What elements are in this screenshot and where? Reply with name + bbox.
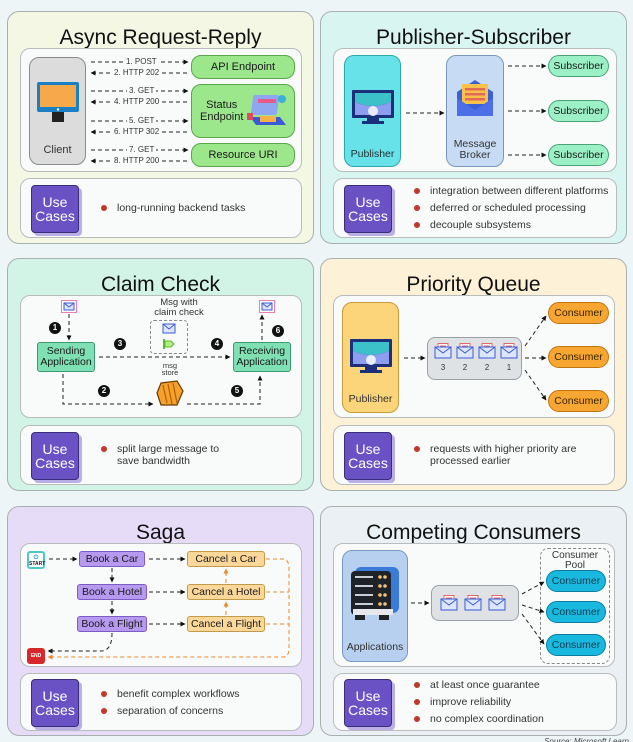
panel-title: Claim Check xyxy=(100,273,221,296)
use-case-item: no complex coordination xyxy=(414,713,544,725)
message-label: 6. HTTP 302 xyxy=(112,127,162,136)
competing-consumers-panel: Competing Consumers Applications Consume… xyxy=(320,506,627,736)
use-cases-badge: Use Cases xyxy=(31,185,79,233)
claim-check-diagram: Sending Application Receiving Application … xyxy=(20,295,302,418)
message-label: 7. GET xyxy=(127,145,157,154)
saga-diagram: ⏻ START END Book a Car Book a Hotel Book … xyxy=(20,543,302,667)
message-label: 4. HTTP 200 xyxy=(112,97,162,106)
priority-queue-diagram: Publisher 3221 Consumer Consumer Consume… xyxy=(333,295,615,418)
panel-title: Saga xyxy=(135,521,186,544)
pubsub-diagram: Publisher Message Broker Subscriber Subsc… xyxy=(333,48,617,172)
message-label: 3. GET xyxy=(127,86,157,95)
message-label: 8. HTTP 200 xyxy=(112,156,162,165)
competing-arrows xyxy=(411,581,545,645)
panel-title: Async Request-Reply xyxy=(59,26,262,49)
use-cases-box: Use Cases long-running backend tasks xyxy=(20,178,302,238)
step-3-badge: 3 xyxy=(114,338,126,350)
priority-queue-panel: Priority Queue Publisher 3221 Consumer C… xyxy=(320,258,627,491)
claim-check-panel: Claim Check Sending Application Receiving… xyxy=(7,258,314,491)
use-cases-badge: Use Cases xyxy=(344,185,392,233)
step-1-badge: 1 xyxy=(49,322,61,334)
use-case-item: deferred or scheduled processing xyxy=(414,202,608,214)
panel-title: Competing Consumers xyxy=(366,521,581,544)
use-cases-box: Use Cases integration between different p… xyxy=(333,178,617,238)
message-label: 2. HTTP 202 xyxy=(112,68,162,77)
competing-consumers-diagram: Applications Consumer Pool Consumer Consu… xyxy=(333,543,615,667)
use-case-item: benefit complex workflows xyxy=(101,688,240,700)
panel-title: Publisher-Subscriber xyxy=(376,26,571,49)
async-diagram: Client API Endpoint Status Endpoint Reso… xyxy=(20,48,302,172)
step-4-badge: 4 xyxy=(211,338,223,350)
message-label: 1. POST xyxy=(124,57,159,66)
use-cases-box: Use Cases requests with higher priority a… xyxy=(333,425,615,485)
use-case-item: requests with higher priority are proces… xyxy=(414,443,584,467)
source-credit: Source: Microsoft Learn xyxy=(544,737,629,742)
step-2-badge: 2 xyxy=(98,385,110,397)
saga-arrows xyxy=(47,556,290,660)
step-5-badge: 5 xyxy=(231,385,243,397)
async-request-reply-panel: Async Request-Reply Client API Endpoint … xyxy=(7,11,314,244)
use-cases-box: Use Cases split large message to save ban… xyxy=(20,425,302,485)
publisher-subscriber-panel: Publisher-Subscriber Publisher Message B… xyxy=(320,11,627,244)
use-case-item: at least once guarantee xyxy=(414,679,544,691)
use-case-item: long-running backend tasks xyxy=(101,202,245,214)
claim-check-arrows xyxy=(62,314,265,407)
message-label: 5. GET xyxy=(127,116,157,125)
use-cases-badge: Use Cases xyxy=(31,679,79,727)
priority-arrows xyxy=(404,315,547,401)
panel-title: Priority Queue xyxy=(406,273,541,296)
use-cases-box: Use Cases benefit complex workflows separ… xyxy=(20,673,302,731)
use-cases-badge: Use Cases xyxy=(344,679,392,727)
use-case-item: separation of concerns xyxy=(101,705,240,717)
use-cases-box: Use Cases at least once guarantee improve… xyxy=(333,673,617,731)
use-case-item: decouple subsystems xyxy=(414,219,608,231)
use-cases-badge: Use Cases xyxy=(344,432,392,480)
use-case-item: split large message to save bandwidth xyxy=(101,443,231,467)
pubsub-arrows xyxy=(406,63,547,158)
step-6-badge: 6 xyxy=(272,325,284,337)
use-case-item: integration between different platforms xyxy=(414,185,608,197)
async-arrows xyxy=(90,59,189,164)
use-cases-badge: Use Cases xyxy=(31,432,79,480)
saga-panel: Saga ⏻ START END Book a Car Book a Hotel … xyxy=(7,506,314,736)
use-case-item: improve reliability xyxy=(414,696,544,708)
